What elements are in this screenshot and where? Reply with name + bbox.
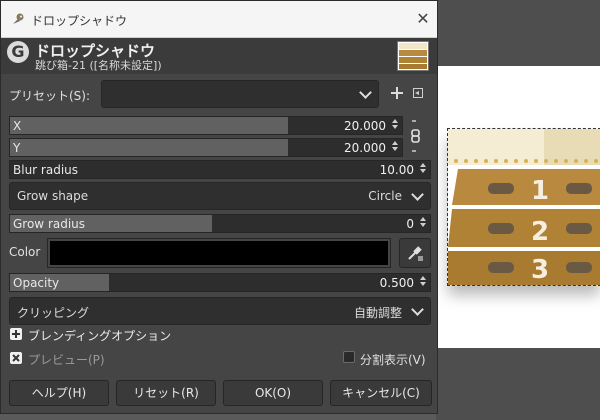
window-title: ドロップシャドウ — [31, 14, 128, 28]
menu-icon[interactable] — [413, 88, 423, 98]
presets-label: プリセット(S): — [9, 89, 91, 103]
x-spin-buttons[interactable] — [390, 118, 400, 133]
close-icon[interactable]: ✕ — [413, 9, 433, 29]
chevron-down-icon — [411, 303, 424, 316]
color-picker-icon — [408, 246, 423, 261]
x-value: 20.000 — [344, 119, 386, 133]
grow-radius-slider[interactable]: Grow radius 0 — [9, 214, 431, 233]
x-offset-slider[interactable]: X 20.000 — [9, 116, 403, 135]
clipping-value: 自動調整 — [353, 306, 402, 320]
y-offset-slider[interactable]: Y 20.000 — [9, 138, 403, 157]
blur-radius-slider[interactable]: Blur radius 10.00 — [9, 160, 431, 179]
title-bar: ドロップシャドウ ✕ — [1, 1, 437, 38]
box-number-2: 2 — [531, 217, 549, 247]
color-picker-button[interactable] — [399, 238, 431, 268]
x-label: X — [13, 119, 22, 133]
y-value: 20.000 — [344, 141, 386, 155]
vaulting-box-layer[interactable]: 1 2 3 — [447, 128, 600, 286]
presets-combo[interactable] — [101, 80, 379, 108]
color-swatch-button[interactable] — [47, 238, 391, 268]
gimp-wilber-icon — [13, 13, 24, 24]
chevron-down-icon — [359, 86, 372, 99]
split-view-label[interactable]: 分割表示(V) — [360, 351, 426, 368]
grow-shape-label: Grow shape — [17, 189, 89, 203]
plus-icon[interactable] — [391, 87, 403, 99]
help-button[interactable]: ヘルプ(H) — [9, 380, 109, 406]
blur-spin-buttons[interactable] — [418, 162, 428, 177]
expand-plus-icon[interactable] — [10, 328, 22, 340]
grow-shape-value: Circle — [368, 189, 402, 203]
box-number-3: 3 — [531, 255, 549, 285]
grow-shape-combo[interactable]: Grow shape Circle — [9, 182, 431, 210]
gimp-logo-icon: G — [7, 41, 29, 63]
chevron-down-icon — [411, 188, 424, 201]
split-view-checkbox[interactable] — [343, 351, 355, 363]
box-number-1: 1 — [531, 176, 549, 206]
color-label: Color — [9, 245, 41, 259]
blur-label: Blur radius — [13, 163, 79, 177]
opacity-spin-buttons[interactable] — [418, 275, 428, 290]
y-spin-buttons[interactable] — [390, 140, 400, 155]
opacity-label: Opacity — [13, 276, 60, 290]
color-swatch — [50, 241, 388, 265]
drop-shadow-dialog: ドロップシャドウ ✕ G ドロップシャドウ 跳び箱-21 ([名称未設定]) プ… — [0, 0, 438, 414]
preview-label[interactable]: プレビュー(P) — [28, 351, 105, 368]
grow-radius-label: Grow radius — [13, 217, 86, 231]
cancel-button[interactable]: キャンセル(C) — [330, 380, 432, 406]
checkmark-icon — [12, 354, 20, 362]
header-subtitle: 跳び箱-21 ([名称未設定]) — [35, 59, 162, 72]
preview-checkbox[interactable] — [10, 352, 22, 364]
ok-button[interactable]: OK(O) — [223, 380, 323, 406]
clipping-label: クリッピング — [17, 306, 90, 320]
layer-thumbnail — [397, 41, 429, 71]
reset-button[interactable]: リセット(R) — [116, 380, 216, 406]
chain-link-icon[interactable] — [409, 119, 423, 153]
y-slider-fill — [10, 139, 288, 156]
x-slider-fill — [10, 117, 288, 134]
blending-options-expander[interactable]: ブレンディングオプション — [28, 327, 171, 344]
y-label: Y — [13, 141, 21, 155]
opacity-slider[interactable]: Opacity 0.500 — [9, 273, 431, 292]
opacity-value: 0.500 — [379, 276, 414, 290]
blur-value: 10.00 — [379, 163, 414, 177]
grow-radius-spin-buttons[interactable] — [418, 216, 428, 231]
grow-radius-value: 0 — [406, 217, 414, 231]
dialog-header: G ドロップシャドウ 跳び箱-21 ([名称未設定]) — [1, 38, 437, 74]
clipping-combo[interactable]: クリッピング 自動調整 — [9, 297, 431, 325]
